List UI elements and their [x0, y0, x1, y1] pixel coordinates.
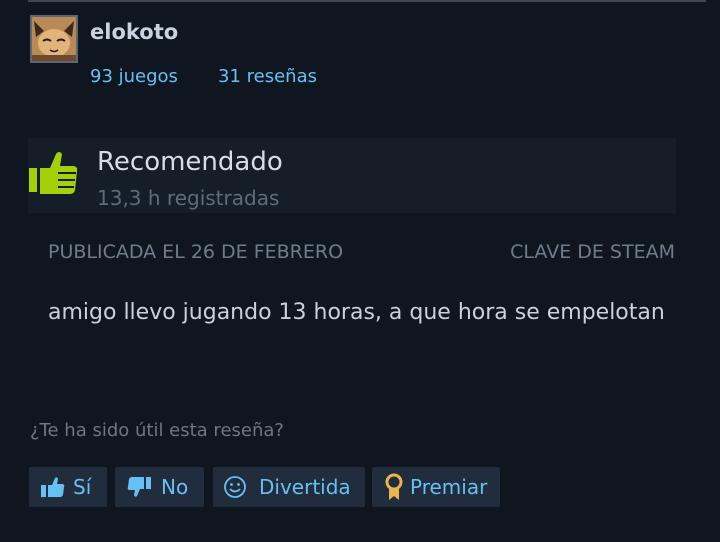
vote-yes-label: Sí — [73, 475, 92, 499]
vote-no-button[interactable]: No — [115, 467, 204, 507]
recommendation-header[interactable]: Recomendado 13,3 h registradas — [28, 138, 676, 213]
hours-played: 13,3 h registradas — [97, 186, 280, 210]
vote-no-label: No — [161, 475, 189, 499]
author-name[interactable]: elokoto — [90, 20, 178, 44]
vote-yes-button[interactable]: Sí — [29, 467, 107, 507]
thumbs-down-icon — [127, 476, 151, 498]
recommendation-title: Recomendado — [97, 147, 283, 177]
helpful-prompt: ¿Te ha sido útil esta reseña? — [30, 420, 284, 441]
thumbs-up-icon — [41, 476, 65, 498]
award-ribbon-icon — [384, 473, 404, 501]
thumbs-up-icon — [28, 146, 82, 200]
review-text: amigo llevo jugando 13 horas, a que hora… — [48, 300, 665, 325]
author-reviews-count[interactable]: 31 reseñas — [218, 66, 317, 87]
award-label: Premiar — [410, 475, 488, 499]
vote-funny-button[interactable]: Divertida — [213, 467, 365, 507]
vote-funny-label: Divertida — [259, 475, 351, 499]
author-games-count[interactable]: 93 juegos — [90, 66, 178, 87]
posted-date: PUBLICADA EL 26 DE FEBRERO — [48, 241, 344, 263]
award-button[interactable]: Premiar — [372, 467, 500, 507]
product-type: CLAVE DE STEAM — [510, 241, 675, 263]
top-divider — [28, 0, 706, 2]
avatar-image — [32, 17, 76, 61]
smiley-icon — [223, 475, 247, 499]
avatar[interactable] — [30, 15, 78, 63]
